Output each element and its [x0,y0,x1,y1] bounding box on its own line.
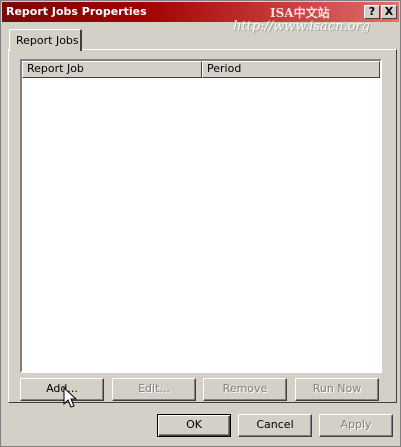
watermark-url: http://www.isacn.org [233,19,370,34]
column-header-report-job[interactable]: Report Job [22,61,202,78]
close-button[interactable]: X [381,5,397,19]
dialog-window: Report Jobs Properties ISA中文站 ? X http:/… [0,0,401,447]
tab-label: Report Jobs [16,34,79,47]
window-title: Report Jobs Properties [6,5,147,18]
report-jobs-list[interactable]: Report Job Period [20,59,382,373]
mouse-pointer-icon [63,387,77,408]
help-button[interactable]: ? [364,5,380,19]
ok-button[interactable]: OK [157,414,231,437]
add-button[interactable]: Add... [20,378,104,401]
apply-button[interactable]: Apply [319,414,393,437]
edit-button[interactable]: Edit... [112,378,196,401]
remove-button[interactable]: Remove [203,378,287,401]
cancel-button[interactable]: Cancel [238,414,312,437]
run-now-button[interactable]: Run Now [295,378,379,401]
column-header-period[interactable]: Period [202,61,380,78]
tab-report-jobs[interactable]: Report Jobs [9,29,82,51]
